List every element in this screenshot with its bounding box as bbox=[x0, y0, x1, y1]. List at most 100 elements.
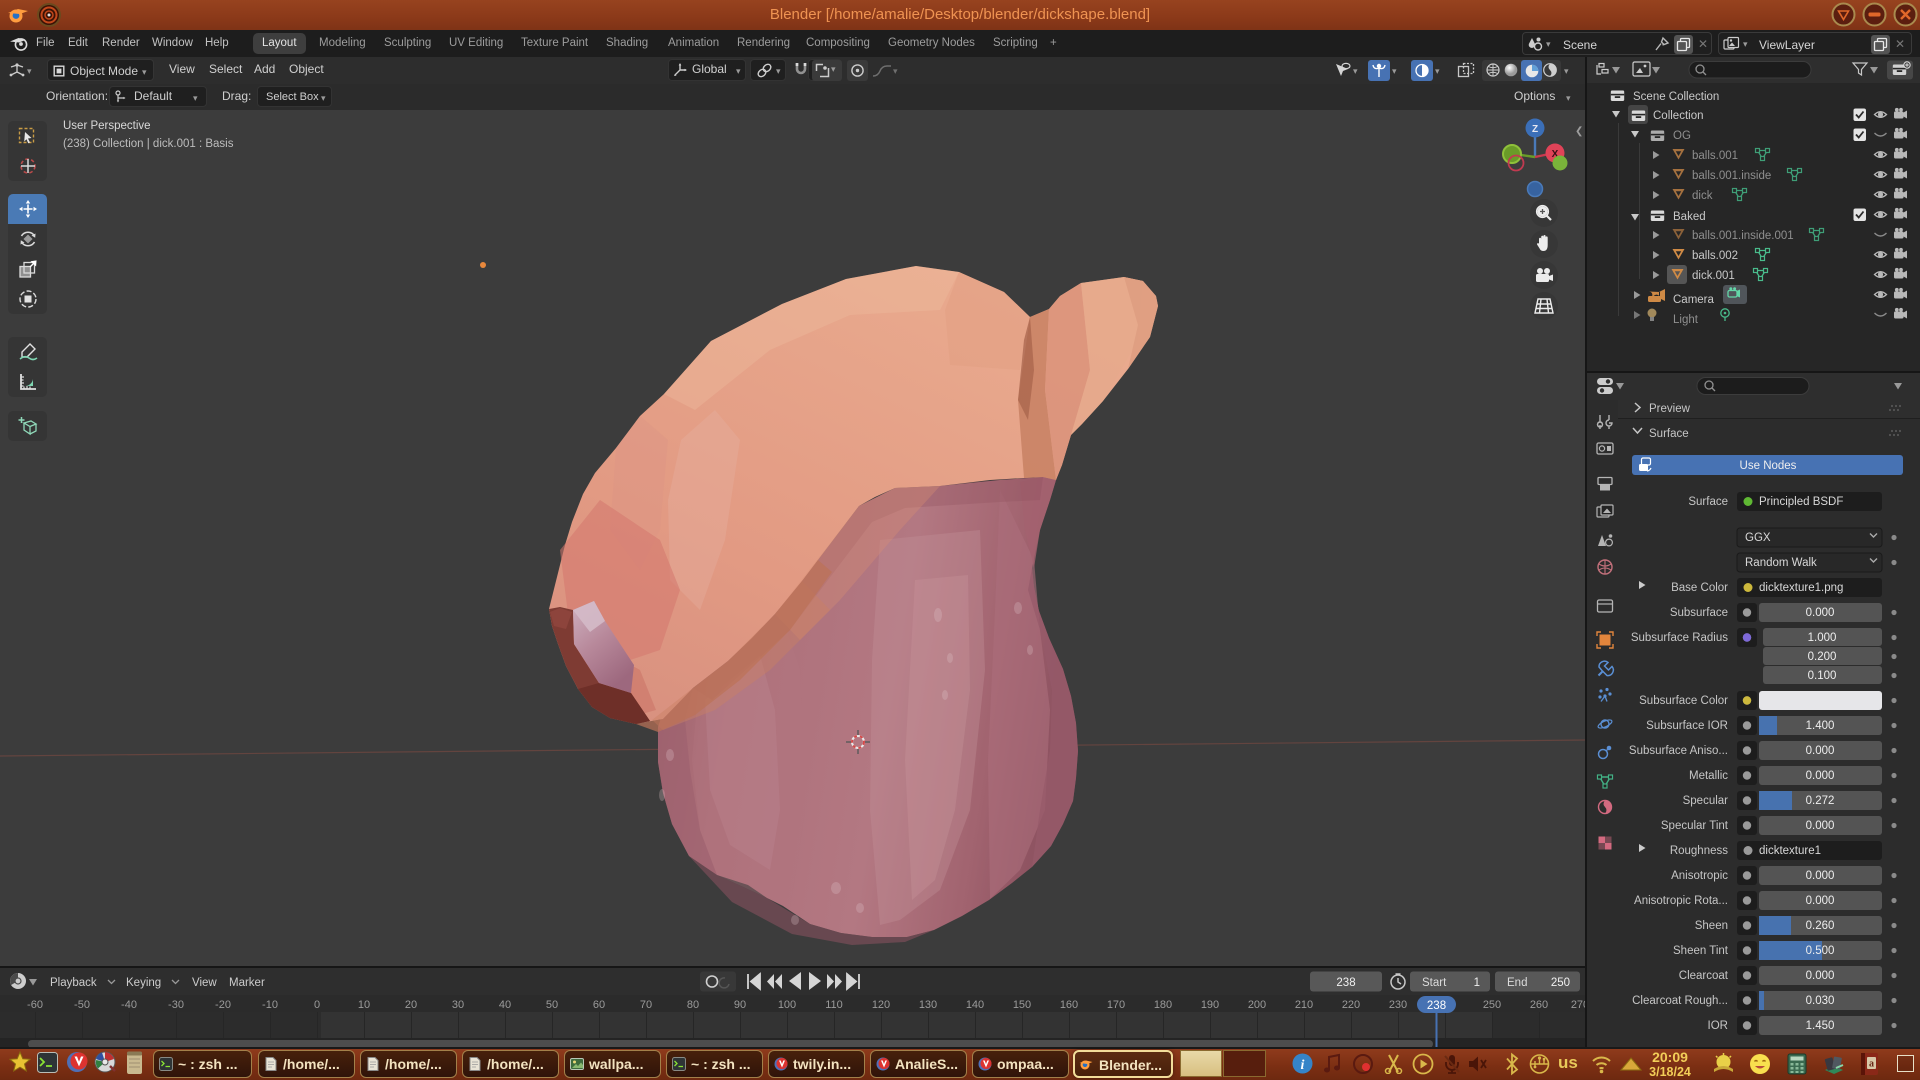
svg-text:170: 170 bbox=[1107, 999, 1125, 1011]
svg-text:Keying: Keying bbox=[126, 977, 161, 989]
svg-text:-60: -60 bbox=[27, 999, 43, 1011]
svg-text:210: 210 bbox=[1295, 999, 1313, 1011]
svg-text:250: 250 bbox=[1551, 977, 1570, 989]
svg-text:Use Nodes: Use Nodes bbox=[1740, 460, 1797, 472]
svg-text:190: 190 bbox=[1201, 999, 1219, 1011]
svg-text:260: 260 bbox=[1530, 999, 1548, 1011]
svg-text:70: 70 bbox=[640, 999, 652, 1011]
svg-text:238: 238 bbox=[1336, 977, 1355, 989]
svg-text:0: 0 bbox=[314, 999, 320, 1011]
svg-text:Subsurface Radius: Subsurface Radius bbox=[1631, 632, 1728, 644]
svg-text:50: 50 bbox=[546, 999, 558, 1011]
svg-text:120: 120 bbox=[872, 999, 890, 1011]
svg-text:130: 130 bbox=[919, 999, 937, 1011]
svg-text:Subsurface Color: Subsurface Color bbox=[1639, 695, 1728, 707]
svg-text:Anisotropic Rota...: Anisotropic Rota... bbox=[1634, 895, 1728, 907]
svg-text:0.000: 0.000 bbox=[1806, 745, 1835, 757]
svg-text:-50: -50 bbox=[74, 999, 90, 1011]
svg-text:Surface: Surface bbox=[1649, 428, 1689, 440]
svg-text:10: 10 bbox=[358, 999, 370, 1011]
svg-text:0.000: 0.000 bbox=[1806, 970, 1835, 982]
svg-text:OG: OG bbox=[1673, 130, 1691, 142]
svg-text:1.000: 1.000 bbox=[1808, 632, 1837, 644]
svg-text:220: 220 bbox=[1342, 999, 1360, 1011]
svg-text:80: 80 bbox=[687, 999, 699, 1011]
svg-text:i: i bbox=[1301, 1058, 1305, 1073]
svg-text:Clearcoat: Clearcoat bbox=[1679, 970, 1729, 982]
svg-text:Specular Tint: Specular Tint bbox=[1661, 820, 1729, 832]
svg-text:Roughness: Roughness bbox=[1670, 845, 1728, 857]
svg-text:Random Walk: Random Walk bbox=[1745, 557, 1817, 569]
svg-text:0.030: 0.030 bbox=[1806, 995, 1835, 1007]
svg-text:110: 110 bbox=[825, 999, 843, 1011]
svg-text:270: 270 bbox=[1571, 999, 1586, 1011]
svg-text:Baked: Baked bbox=[1673, 211, 1706, 223]
svg-text:1.400: 1.400 bbox=[1806, 720, 1835, 732]
svg-text:-20: -20 bbox=[215, 999, 231, 1011]
svg-text:End: End bbox=[1507, 977, 1527, 989]
svg-text:0.000: 0.000 bbox=[1806, 770, 1835, 782]
svg-text:0.000: 0.000 bbox=[1806, 895, 1835, 907]
svg-text:0.272: 0.272 bbox=[1806, 795, 1835, 807]
svg-text:Principled BSDF: Principled BSDF bbox=[1759, 496, 1843, 508]
svg-text:Subsurface: Subsurface bbox=[1670, 607, 1728, 619]
svg-text:160: 160 bbox=[1060, 999, 1078, 1011]
svg-text:180: 180 bbox=[1154, 999, 1172, 1011]
svg-text:0.000: 0.000 bbox=[1806, 607, 1835, 619]
svg-text:Sheen Tint: Sheen Tint bbox=[1673, 945, 1729, 957]
svg-text:GGX: GGX bbox=[1745, 532, 1771, 544]
svg-text:dick.001: dick.001 bbox=[1692, 270, 1735, 282]
svg-text:balls.001: balls.001 bbox=[1692, 150, 1738, 162]
svg-text:0.200: 0.200 bbox=[1808, 651, 1837, 663]
svg-text:60: 60 bbox=[593, 999, 605, 1011]
svg-text:90: 90 bbox=[734, 999, 746, 1011]
svg-text:1: 1 bbox=[1474, 977, 1480, 989]
svg-text:balls.001.inside: balls.001.inside bbox=[1692, 170, 1771, 182]
svg-text:140: 140 bbox=[966, 999, 984, 1011]
svg-text:1.450: 1.450 bbox=[1806, 1020, 1835, 1032]
svg-text:Preview: Preview bbox=[1649, 403, 1691, 415]
svg-text:Sheen: Sheen bbox=[1695, 920, 1728, 932]
svg-text:Clearcoat Rough...: Clearcoat Rough... bbox=[1632, 995, 1728, 1007]
svg-text:Scene Collection: Scene Collection bbox=[1633, 91, 1719, 103]
svg-text:0.260: 0.260 bbox=[1806, 920, 1835, 932]
svg-text:20: 20 bbox=[405, 999, 417, 1011]
svg-text:dicktexture1: dicktexture1 bbox=[1759, 845, 1821, 857]
svg-text:IOR: IOR bbox=[1708, 1020, 1728, 1032]
svg-text:Anisotropic: Anisotropic bbox=[1671, 870, 1728, 882]
svg-text:100: 100 bbox=[778, 999, 796, 1011]
svg-text:Collection: Collection bbox=[1653, 110, 1704, 122]
svg-text:150: 150 bbox=[1013, 999, 1031, 1011]
svg-text:balls.001.inside.001: balls.001.inside.001 bbox=[1692, 230, 1794, 242]
svg-text:View: View bbox=[192, 977, 217, 989]
svg-text:a: a bbox=[1869, 1059, 1874, 1070]
svg-text:Specular: Specular bbox=[1683, 795, 1729, 807]
svg-text:Surface: Surface bbox=[1688, 496, 1728, 508]
svg-text:230: 230 bbox=[1389, 999, 1407, 1011]
svg-text:Subsurface IOR: Subsurface IOR bbox=[1646, 720, 1728, 732]
svg-text:Metallic: Metallic bbox=[1689, 770, 1728, 782]
svg-text:Start: Start bbox=[1422, 977, 1447, 989]
svg-text:0.000: 0.000 bbox=[1806, 820, 1835, 832]
svg-text:dicktexture1.png: dicktexture1.png bbox=[1759, 582, 1843, 594]
svg-text:Camera: Camera bbox=[1673, 294, 1715, 306]
svg-text:-10: -10 bbox=[262, 999, 278, 1011]
svg-text:200: 200 bbox=[1248, 999, 1266, 1011]
svg-text:-30: -30 bbox=[168, 999, 184, 1011]
svg-text:dick: dick bbox=[1692, 190, 1713, 202]
svg-text:Subsurface Aniso...: Subsurface Aniso... bbox=[1629, 745, 1728, 757]
svg-text:0.100: 0.100 bbox=[1808, 670, 1837, 682]
svg-text:Base Color: Base Color bbox=[1671, 582, 1728, 594]
svg-text:Z: Z bbox=[1532, 124, 1538, 135]
svg-text:238: 238 bbox=[1427, 1000, 1446, 1012]
svg-text:0.000: 0.000 bbox=[1806, 870, 1835, 882]
svg-text:250: 250 bbox=[1483, 999, 1501, 1011]
svg-text:-40: -40 bbox=[121, 999, 137, 1011]
svg-text:0.500: 0.500 bbox=[1806, 945, 1835, 957]
svg-text:balls.002: balls.002 bbox=[1692, 250, 1738, 262]
svg-text:Light: Light bbox=[1673, 314, 1699, 326]
svg-text:Playback: Playback bbox=[50, 977, 97, 989]
svg-text:Marker: Marker bbox=[229, 977, 265, 989]
svg-text:30: 30 bbox=[452, 999, 464, 1011]
svg-text:40: 40 bbox=[499, 999, 511, 1011]
